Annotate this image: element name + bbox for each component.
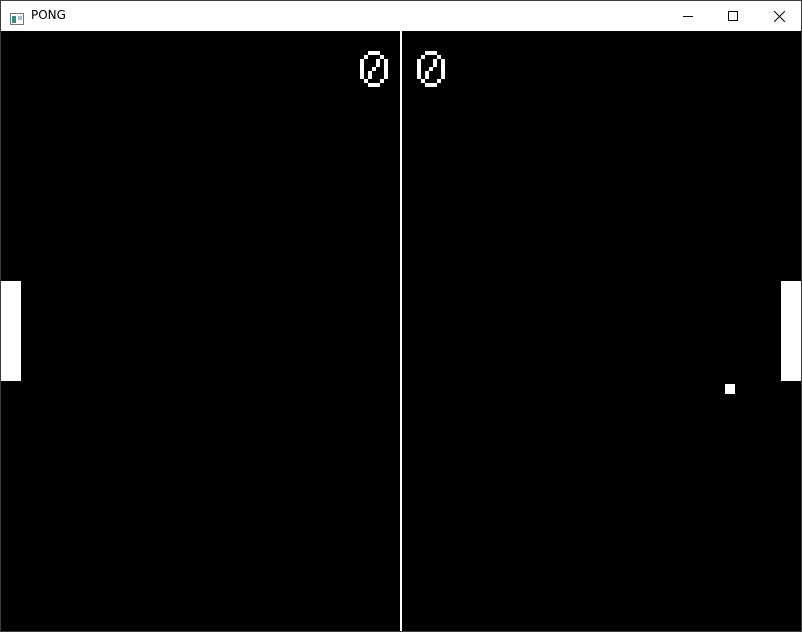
title-bar[interactable]: PONG bbox=[1, 1, 801, 31]
left-score: 0 bbox=[360, 51, 388, 87]
center-net bbox=[400, 31, 402, 631]
minimize-icon bbox=[683, 11, 693, 21]
ball bbox=[725, 384, 735, 394]
right-score-digit bbox=[417, 51, 445, 87]
left-score-digit bbox=[360, 51, 388, 87]
minimize-button[interactable] bbox=[665, 1, 711, 31]
close-icon bbox=[773, 10, 785, 22]
maximize-button[interactable] bbox=[710, 1, 756, 31]
game-canvas[interactable]: 0 0 bbox=[1, 31, 801, 631]
right-score: 0 bbox=[417, 51, 445, 87]
pong-window: PONG 0 0 bbox=[0, 0, 802, 632]
left-paddle bbox=[1, 281, 21, 381]
pong-app-icon bbox=[10, 10, 24, 25]
maximize-icon bbox=[728, 11, 738, 21]
right-paddle bbox=[781, 281, 801, 381]
close-button[interactable] bbox=[756, 1, 802, 31]
window-title: PONG bbox=[31, 8, 66, 22]
